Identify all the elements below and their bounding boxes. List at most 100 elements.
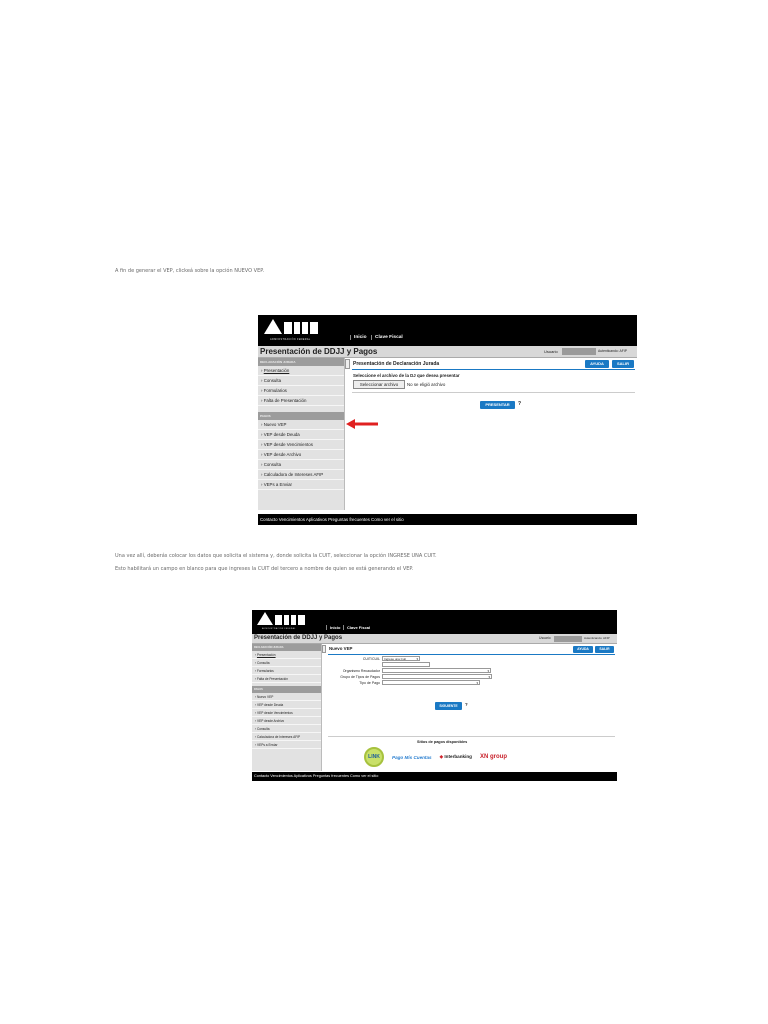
cuit-input[interactable] [382,662,430,667]
sidebar-collapse-handle[interactable] [322,645,326,653]
sidebar-item-nuevo-vep[interactable]: › Nuevo VEP [252,693,321,701]
panel-title: Nuevo VEP [329,646,353,651]
link-logo-icon[interactable]: LINK [364,747,384,767]
sidebar-item-label: VEP desde Archivo [263,452,302,457]
sidebar-item-presentacion[interactable]: › Presentación [252,651,321,659]
nav-inicio[interactable]: Inicio [326,625,340,630]
payment-sites: LINK Pago Mis Cuentas ◆ Interbanking XN … [364,747,507,767]
chevron-down-icon: ▾ [487,669,489,673]
sidebar-item-label: VEP desde Vencimientos [263,442,313,447]
sidebar-item-label: Calculadora de Intereses AFIP [256,735,301,739]
sidebar-item-veps-enviar[interactable]: › VEPs a Enviar [252,741,321,749]
chevron-down-icon: ▾ [488,675,490,679]
sidebar-item-formularios[interactable]: › Formularios [258,386,344,396]
sidebar-item-falta-presentacion[interactable]: › Falta de Presentación [252,675,321,683]
sidebar-item-label: Formularios [256,669,274,673]
panel-divider [352,369,635,370]
nav-clave-fiscal[interactable]: Clave Fiscal [343,625,370,630]
sidebar-item-consulta-pagos[interactable]: › Consulta [252,725,321,733]
sidebar-item-vep-deuda[interactable]: › VEP desde Deuda [258,430,344,440]
salir-button[interactable]: SALIR [595,646,614,653]
panel-divider-2 [352,392,635,393]
nav-inicio[interactable]: Inicio [350,335,367,340]
sidebar-item-presentacion[interactable]: › Presentación [258,366,344,376]
organismo-select[interactable]: ▾ [382,668,491,673]
sidebar-item-veps-enviar[interactable]: › VEPs a Enviar [258,480,344,490]
logo-subtitle: ADMINISTRACIÓN FEDERAL [262,628,296,630]
red-arrow-icon [346,419,378,429]
tipo-pago-select[interactable]: ▾ [382,680,480,685]
sidebar-item-label: VEP desde Deuda [263,432,300,437]
sidebar-item-label: Calculadora de Intereses AFIP [263,472,324,477]
sidebar-item-calculadora[interactable]: › Calculadora de Intereses AFIP [258,470,344,480]
sidebar-item-label: Falta de Presentación [256,677,288,681]
sidebar-item-formularios[interactable]: › Formularios [252,667,321,675]
cuit-select-value: Ingrese una Cuit [384,657,407,661]
sidebar-item-label: Nuevo VEP [263,422,287,427]
siguiente-button[interactable]: SIGUIENTE [435,702,462,710]
chevron-down-icon: ▾ [416,657,418,661]
sidebar-item-nuevo-vep[interactable]: › Nuevo VEP [258,420,344,430]
sidebar-item-vep-vencimientos[interactable]: › VEP desde Vencimientos [252,709,321,717]
represent-label: Autenticando: AFIP [584,636,610,640]
no-file-text: No se eligió archivo [407,382,446,387]
title-bar: Presentación de DDJJ y Pagos Usuario Aut… [258,346,637,358]
sidebar-item-label: VEPs a Enviar [263,482,292,487]
sidebar-heading-pagos: PAGOS [258,412,344,420]
tipo-pago-label: Tipo de Pago [359,681,380,685]
cuit-select[interactable]: Ingrese una Cuit ▾ [382,656,420,661]
sidebar-item-falta-presentacion[interactable]: › Falta de Presentación [258,396,344,406]
sidebar-item-label: Presentación [256,653,276,657]
grupo-tipos-pago-label: Grupo de Tipos de Pagos [340,675,380,679]
grupo-tipos-pago-select[interactable]: ▾ [382,674,492,679]
sidebar-item-consulta-pagos[interactable]: › Consulta [258,460,344,470]
ayuda-button[interactable]: AYUDA [573,646,593,653]
sidebar-heading-pagos: PAGOS [252,686,321,693]
sidebar-heading-ddjj: DECLARACIÓN JURADA [252,644,321,651]
represent-label: Autenticando: AFIP [598,349,628,353]
sidebar-item-label: Consulta [263,378,282,383]
sidebar-item-vep-archivo[interactable]: › VEP desde Archivo [258,450,344,460]
sites-divider [328,736,615,737]
instruction-paragraph-2: Una vez allí, deberás colocar los datos … [115,553,437,559]
presentar-button[interactable]: PRESENTAR [480,401,515,409]
sidebar-collapse-handle[interactable] [345,359,350,369]
sidebar-item-label: Presentación [263,368,290,373]
select-file-button[interactable]: Seleccionar archivo [353,380,405,389]
interbanking-logo-icon[interactable]: ◆ Interbanking [440,754,472,760]
organismo-label: Organismo Recaudador [342,669,380,673]
sidebar-item-label: VEP desde Archivo [256,719,285,723]
sidebar-item-label: VEPs a Enviar [256,743,278,747]
ayuda-button[interactable]: AYUDA [585,360,609,368]
panel-title: Presentación de Declaración Jurada [353,361,440,367]
sidebar-item-vep-deuda[interactable]: › VEP desde Deuda [252,701,321,709]
salir-button[interactable]: SALIR [612,360,634,368]
sidebar-item-label: Nuevo VEP [256,695,274,699]
sidebar-item-label: VEP desde Deuda [256,703,284,707]
sidebar-item-label: VEP desde Vencimientos [256,711,293,715]
page-title: Presentación de DDJJ y Pagos [260,347,378,356]
sidebar-heading-ddjj: DECLARACIÓN JURADA [258,358,344,366]
afip-logo [264,319,320,334]
sidebar-item-consulta[interactable]: › Consulta [258,376,344,386]
help-icon[interactable]: ? [518,401,521,407]
sidebar-item-calculadora[interactable]: › Calculadora de Intereses AFIP [252,733,321,741]
help-icon[interactable]: ? [465,702,468,707]
interbanking-mark-icon: ◆ [439,754,444,759]
nav-clave-fiscal[interactable]: Clave Fiscal [371,335,403,340]
cuit-label: CUIT/CUIL [362,657,380,661]
sidebar-item-consulta[interactable]: › Consulta [252,659,321,667]
interbanking-label: Interbanking [444,754,472,759]
afip-logo [257,612,307,625]
user-label: Usuario [544,349,558,354]
user-name-box [562,348,596,355]
link-logo-text: LINK [368,754,380,760]
screenshot-nuevo-vep: ADMINISTRACIÓN FEDERAL Inicio Clave Fisc… [252,610,617,781]
sidebar-item-vep-archivo[interactable]: › VEP desde Archivo [252,717,321,725]
xngroup-logo-icon[interactable]: XN group [480,754,507,760]
sidebar-item-label: Consulta [256,727,270,731]
page-title: Presentación de DDJJ y Pagos [254,635,343,641]
sidebar-item-vep-vencimientos[interactable]: › VEP desde Vencimientos [258,440,344,450]
pagomiscuentas-logo-icon[interactable]: Pago Mis Cuentas [392,755,432,760]
chevron-down-icon: ▾ [476,681,478,685]
